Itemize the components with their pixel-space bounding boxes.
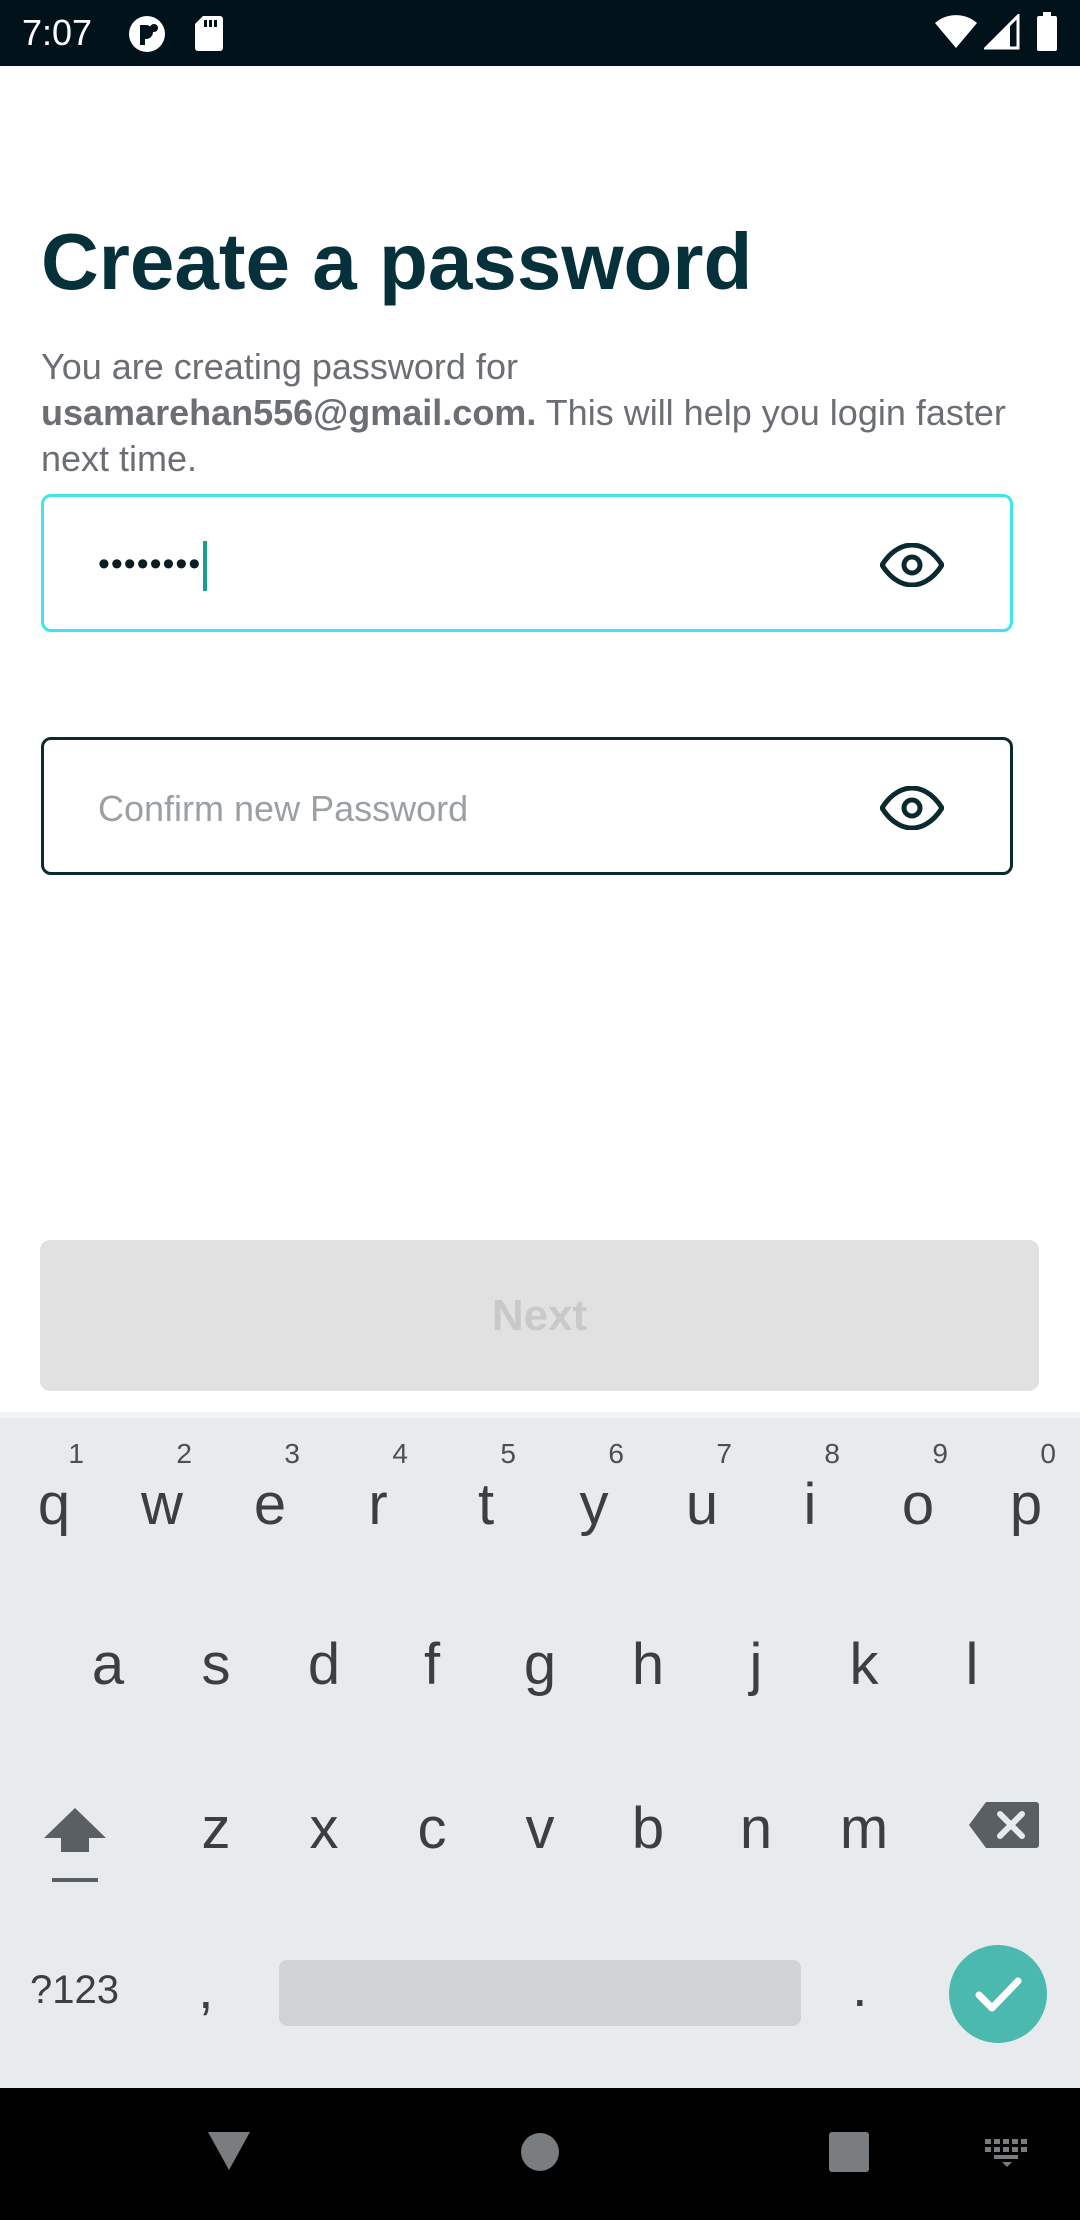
key-hint: 4 bbox=[392, 1438, 408, 1469]
key-t[interactable]: 5t bbox=[432, 1438, 540, 1548]
key-letter: d bbox=[307, 1632, 341, 1697]
key-letter: l bbox=[965, 1632, 979, 1697]
key-letter: k bbox=[849, 1632, 879, 1697]
key-r[interactable]: 4r bbox=[324, 1438, 432, 1548]
key-letter: u bbox=[685, 1472, 719, 1537]
key-c[interactable]: c bbox=[378, 1796, 486, 1866]
password-dots: •••••••• bbox=[98, 545, 202, 583]
key-k[interactable]: k bbox=[810, 1632, 918, 1702]
key-hint: 7 bbox=[716, 1438, 732, 1469]
key-m[interactable]: m bbox=[810, 1796, 918, 1866]
confirm-password-field[interactable]: Confirm new Password bbox=[41, 737, 1013, 875]
key-d[interactable]: d bbox=[270, 1632, 378, 1702]
wifi-icon bbox=[935, 15, 977, 48]
key-letter: q bbox=[37, 1472, 71, 1537]
password-field[interactable]: •••••••• bbox=[41, 494, 1013, 632]
key-hint: 3 bbox=[284, 1438, 300, 1469]
next-button[interactable]: Next bbox=[40, 1240, 1039, 1391]
key-q[interactable]: 1q bbox=[0, 1438, 108, 1548]
key-letter: f bbox=[423, 1632, 441, 1697]
eye-icon[interactable] bbox=[880, 786, 944, 830]
navigation-bar bbox=[0, 2088, 1080, 2220]
key-letter: e bbox=[253, 1472, 287, 1537]
subtitle-prefix: You are creating password for bbox=[41, 346, 518, 387]
keyboard-switch-icon[interactable] bbox=[984, 2138, 1030, 2168]
eye-icon[interactable] bbox=[880, 543, 944, 587]
status-time: 7:07 bbox=[22, 12, 93, 53]
key-z[interactable]: z bbox=[162, 1796, 270, 1866]
key-letter: j bbox=[749, 1632, 763, 1697]
next-button-label: Next bbox=[491, 1291, 588, 1340]
key-hint: 8 bbox=[824, 1438, 840, 1469]
key-letter: g bbox=[523, 1632, 557, 1697]
key-letter: p bbox=[1009, 1472, 1043, 1537]
key-letter: o bbox=[901, 1472, 935, 1537]
home-icon[interactable] bbox=[520, 2132, 560, 2172]
password-input-value[interactable]: •••••••• bbox=[98, 537, 208, 592]
key-letter: t bbox=[477, 1472, 495, 1537]
key-hint: 6 bbox=[608, 1438, 624, 1469]
account-email: usamarehan556@gmail.com. bbox=[41, 392, 537, 433]
key-letter: z bbox=[201, 1796, 231, 1861]
key-p[interactable]: 0p bbox=[972, 1438, 1080, 1548]
comma-key[interactable]: , bbox=[198, 1956, 214, 2021]
key-s[interactable]: s bbox=[162, 1632, 270, 1702]
space-bar[interactable] bbox=[279, 1960, 801, 2026]
key-e[interactable]: 3e bbox=[216, 1438, 324, 1548]
back-icon[interactable] bbox=[206, 2130, 252, 2172]
key-j[interactable]: j bbox=[702, 1632, 810, 1702]
confirm-password-placeholder: Confirm new Password bbox=[98, 788, 469, 829]
key-letter: h bbox=[631, 1632, 665, 1697]
text-cursor bbox=[203, 541, 208, 592]
key-u[interactable]: 7u bbox=[648, 1438, 756, 1548]
key-hint: 5 bbox=[500, 1438, 516, 1469]
key-g[interactable]: g bbox=[486, 1632, 594, 1702]
key-letter: y bbox=[579, 1472, 609, 1537]
key-b[interactable]: b bbox=[594, 1796, 702, 1866]
key-letter: a bbox=[91, 1632, 125, 1697]
key-a[interactable]: a bbox=[54, 1632, 162, 1702]
status-bar: 7:07 bbox=[0, 0, 1080, 66]
key-h[interactable]: h bbox=[594, 1632, 702, 1702]
key-letter: c bbox=[417, 1796, 447, 1861]
key-letter: v bbox=[525, 1796, 555, 1861]
key-letter: r bbox=[368, 1472, 388, 1537]
key-hint: 1 bbox=[68, 1438, 84, 1469]
key-letter: x bbox=[309, 1796, 339, 1861]
key-y[interactable]: 6y bbox=[540, 1438, 648, 1548]
period-key[interactable]: . bbox=[852, 1954, 868, 2019]
key-n[interactable]: n bbox=[702, 1796, 810, 1866]
symbols-key[interactable]: ?123 bbox=[30, 1968, 119, 2013]
key-letter: n bbox=[739, 1796, 773, 1861]
battery-icon bbox=[1037, 12, 1057, 51]
key-w[interactable]: 2w bbox=[108, 1438, 216, 1548]
page-subtitle: You are creating password for usamarehan… bbox=[41, 344, 1021, 482]
key-hint: 2 bbox=[176, 1438, 192, 1469]
recents-icon[interactable] bbox=[829, 2132, 869, 2172]
key-i[interactable]: 8i bbox=[756, 1438, 864, 1548]
key-hint: 0 bbox=[1040, 1438, 1056, 1469]
key-o[interactable]: 9o bbox=[864, 1438, 972, 1548]
key-x[interactable]: x bbox=[270, 1796, 378, 1866]
checkmark-icon bbox=[975, 1977, 1022, 2012]
backspace-icon[interactable] bbox=[968, 1800, 1040, 1850]
key-f[interactable]: f bbox=[378, 1632, 486, 1702]
key-letter: b bbox=[631, 1796, 665, 1861]
key-letter: m bbox=[839, 1796, 889, 1861]
key-l[interactable]: l bbox=[918, 1632, 1026, 1702]
key-hint: 9 bbox=[932, 1438, 948, 1469]
key-letter: s bbox=[201, 1632, 231, 1697]
key-letter: w bbox=[141, 1472, 183, 1537]
enter-key[interactable] bbox=[949, 1945, 1047, 2043]
key-v[interactable]: v bbox=[486, 1796, 594, 1866]
app-notification-icon bbox=[129, 16, 165, 52]
shift-icon[interactable] bbox=[40, 1800, 110, 1890]
page-title: Create a password bbox=[41, 217, 753, 306]
sd-card-icon bbox=[195, 16, 223, 51]
cell-signal-icon bbox=[984, 14, 1020, 50]
key-letter: i bbox=[803, 1472, 817, 1537]
